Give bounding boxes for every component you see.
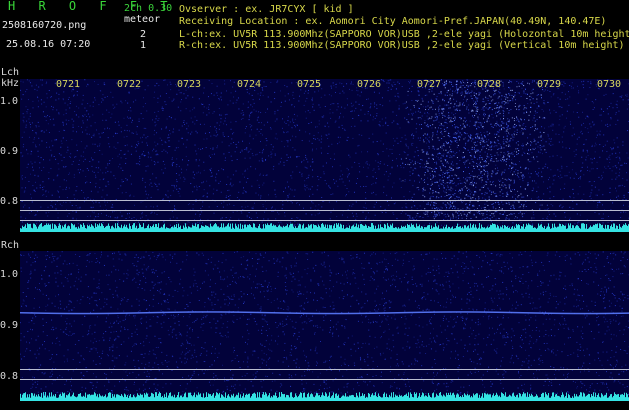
rch-band-line: [20, 369, 629, 370]
meteor-label: meteor: [124, 14, 161, 25]
lch-ytick-0.8: 0.8: [0, 196, 19, 207]
lch-label: Lch: [1, 67, 20, 78]
lch-ytick-1.0: 1.0: [0, 96, 19, 107]
rch-spectrogram: [20, 251, 629, 401]
lch-band-line: [20, 200, 629, 201]
lch-spectrogram: [20, 79, 629, 232]
filename: 2508160720.png: [2, 20, 87, 31]
time-tick-0728: 0728: [477, 79, 502, 90]
rch-ytick-0.9: 0.9: [0, 320, 19, 331]
lch-info-line: L-ch:ex. UV5R 113.900Mhz(SAPPORO VOR)USB…: [179, 29, 629, 40]
datetime: 25.08.16 07:20: [6, 39, 91, 50]
time-tick-0724: 0724: [237, 79, 262, 90]
rch-label: Rch: [1, 240, 20, 251]
lch-band-line: [20, 210, 629, 211]
time-tick-0729: 0729: [537, 79, 562, 90]
observer-line: Ovserver : ex. JR7CYX [ kid ]: [179, 4, 354, 15]
khz-unit-label: kHz: [1, 78, 20, 89]
channel-version: 2ch 0.30: [124, 3, 173, 14]
meteor-count-rch: 1: [140, 40, 147, 51]
time-tick-0722: 0722: [117, 79, 142, 90]
time-tick-0721: 0721: [56, 79, 81, 90]
lch-band-line: [20, 220, 629, 221]
rch-ytick-0.8: 0.8: [0, 371, 19, 382]
lch-ytick-0.9: 0.9: [0, 146, 19, 157]
location-line: Receiving Location : ex. Aomori City Aom…: [179, 16, 607, 27]
time-tick-0726: 0726: [357, 79, 382, 90]
rch-ytick-1.0: 1.0: [0, 269, 19, 280]
time-tick-0730: 0730: [597, 79, 622, 90]
rch-info-line: R-ch:ex. UV5R 113.900Mhz(SAPPORO VOR)USB…: [179, 40, 625, 51]
time-tick-0723: 0723: [177, 79, 202, 90]
spectrogram-viewer: { "header": { "app_name": "H R O F F T",…: [0, 0, 629, 410]
time-tick-0725: 0725: [297, 79, 322, 90]
meteor-count-lch: 2: [140, 29, 147, 40]
time-tick-0727: 0727: [417, 79, 442, 90]
rch-band-line: [20, 379, 629, 380]
